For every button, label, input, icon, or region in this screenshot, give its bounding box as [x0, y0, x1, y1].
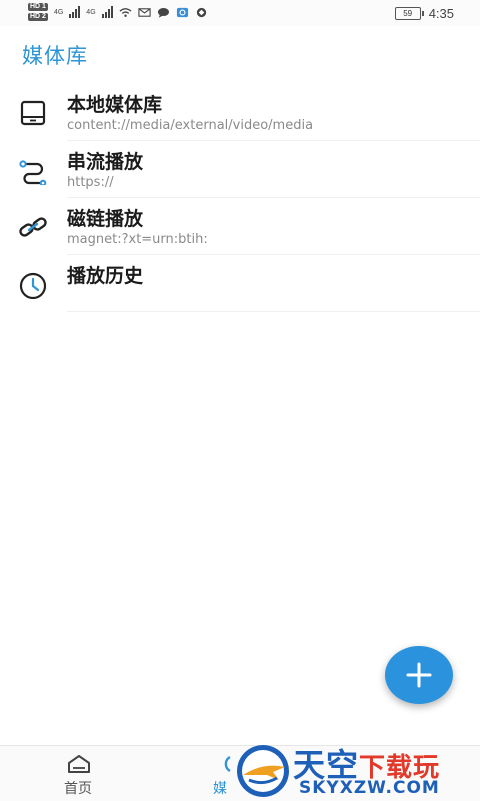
list-item-subtitle: magnet:?xt=urn:btih: [67, 232, 208, 247]
list-item-subtitle: https:// [67, 175, 114, 190]
list-item-title: 磁链播放 [67, 208, 144, 230]
clock-time: 4:35 [428, 6, 454, 21]
watermark-url: SKYXZW.COM [299, 778, 440, 798]
sim1-badge: HD 1 [28, 3, 48, 11]
network2-label: 4G [86, 8, 96, 16]
divider [67, 254, 480, 255]
watermark-globe-icon [237, 745, 289, 797]
status-bar: HD 1 HD 2 4G 4G 59 4:35 [0, 0, 480, 26]
tablet-icon [20, 100, 46, 126]
network1-label: 4G [53, 8, 64, 16]
app-notification-icon [176, 7, 188, 17]
status-right: 59 4:35 [394, 6, 454, 21]
nav-home-label: 首页 [64, 781, 92, 797]
list-item-stream-play[interactable]: 串流播放 https:// [0, 145, 480, 202]
media-source-list: 本地媒体库 content://media/external/video/med… [0, 88, 480, 316]
stream-path-icon [19, 160, 47, 185]
chat-bubble-icon [157, 7, 169, 18]
divider [67, 197, 480, 198]
vpn-icon [196, 7, 206, 17]
sim-badges: HD 1 HD 2 [28, 3, 48, 21]
signal2-icon [101, 6, 113, 18]
mail-icon [138, 7, 151, 17]
divider [67, 311, 480, 312]
watermark-logo: 天空下载玩 SKYXZW.COM [233, 742, 480, 800]
divider [67, 140, 480, 141]
nav-media-label: 媒 [213, 781, 227, 797]
signal1-icon [69, 6, 81, 18]
link-icon [19, 217, 47, 237]
clock-icon [19, 272, 47, 299]
wifi-icon [119, 7, 132, 17]
sim2-badge: HD 2 [28, 13, 48, 21]
list-item-title: 本地媒体库 [67, 94, 163, 116]
add-button[interactable] [385, 646, 453, 704]
list-item-title: 播放历史 [67, 265, 144, 287]
page-title: 媒体库 [22, 44, 88, 68]
list-item-local-media[interactable]: 本地媒体库 content://media/external/video/med… [0, 88, 480, 145]
list-item-subtitle: content://media/external/video/media [67, 118, 314, 133]
plus-icon [406, 662, 432, 688]
list-item-magnet-play[interactable]: 磁链播放 magnet:?xt=urn:btih: [0, 202, 480, 259]
nav-tab-home[interactable]: 首页 [40, 746, 120, 801]
battery-icon: 59 [394, 7, 424, 20]
status-left: HD 1 HD 2 4G 4G [28, 3, 208, 21]
list-item-title: 串流播放 [67, 151, 144, 173]
home-icon [68, 755, 90, 773]
list-item-play-history[interactable]: 播放历史 [0, 259, 480, 316]
